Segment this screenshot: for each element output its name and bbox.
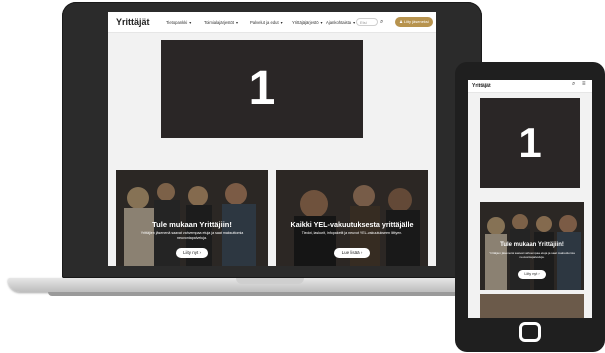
card-title: Kaikki YEL-vakuutuksesta yrittäjälle — [290, 220, 414, 229]
phone-site-header: Yrittäjät ⌕ ≡ — [468, 80, 592, 92]
hero-slide[interactable]: 1 — [161, 40, 363, 138]
promo-card-yel: Kaikki YEL-vakuutuksesta yrittäjälle Tie… — [276, 170, 428, 266]
read-more-button[interactable]: Lue lisää › — [334, 248, 370, 258]
arrow-right-icon: › — [538, 272, 540, 276]
site-logo[interactable]: Yrittäjät — [472, 83, 491, 89]
chevron-down-icon: ▾ — [236, 20, 239, 25]
card-description: Yrittäjien jäsenenä saavat vahvempaa etu… — [489, 251, 575, 259]
chevron-down-icon: ▾ — [189, 20, 192, 25]
card-title: Tule mukaan Yrittäjiin! — [152, 220, 232, 229]
hamburger-icon[interactable]: ≡ — [582, 81, 586, 87]
phone-screen: Yrittäjät ⌕ ≡ 1 Tule mukaan Yrittäjiin! … — [468, 80, 592, 318]
nav-item-toimialajarjestot[interactable]: Toimialajärjestöt ▾ — [204, 20, 238, 25]
arrow-right-icon: › — [360, 250, 363, 255]
join-now-button[interactable]: Liity nyt › — [176, 248, 208, 258]
laptop-trackpad-notch — [236, 278, 304, 284]
chevron-down-icon: ▾ — [280, 20, 283, 25]
phone-home-button[interactable] — [519, 322, 541, 342]
search-icon[interactable]: ⌕ — [380, 18, 383, 26]
card-description: Tiedot, laskurit, infopaketit ja neuvot … — [301, 231, 403, 235]
card-description: Yrittäjien jäsenenä saavat vahvempaa etu… — [140, 231, 244, 240]
next-card-preview — [480, 294, 584, 318]
site-logo[interactable]: Yrittäjät — [116, 17, 150, 27]
arrow-right-icon: › — [199, 250, 202, 255]
join-now-button[interactable]: Liity nyt › — [518, 270, 546, 279]
search-input[interactable]: Etsi — [356, 18, 378, 26]
laptop-foot — [48, 292, 488, 296]
nav-item-ajankohtaista[interactable]: Ajankohtaista ▾ — [326, 20, 355, 25]
search-icon[interactable]: ⌕ — [572, 81, 575, 88]
join-member-button[interactable]: ♟ Liity jäseneksi — [395, 17, 433, 27]
nav-item-tietopankki[interactable]: Tietopankki ▾ — [166, 20, 191, 25]
laptop-screen: Yrittäjät Tietopankki ▾ Toimialajärjestöt… — [108, 12, 436, 266]
promo-card-join: Tule mukaan Yrittäjiin! Yrittäjien jäsen… — [116, 170, 268, 266]
user-icon: ♟ — [399, 19, 403, 24]
chevron-down-icon: ▾ — [353, 20, 356, 25]
chevron-down-icon: ▾ — [320, 20, 323, 25]
hero-slide[interactable]: 1 — [480, 98, 580, 188]
site-header: Yrittäjät Tietopankki ▾ Toimialajärjestöt… — [108, 12, 436, 32]
nav-item-yrittajajarjesto[interactable]: Yrittäjäjärjestö ▾ — [292, 20, 323, 25]
nav-item-palvelut[interactable]: Palvelut ja edut ▾ — [250, 20, 283, 25]
card-title: Tule mukaan Yrittäjiin! — [500, 242, 564, 248]
promo-card-join: Tule mukaan Yrittäjiin! Yrittäjien jäsen… — [480, 202, 584, 290]
